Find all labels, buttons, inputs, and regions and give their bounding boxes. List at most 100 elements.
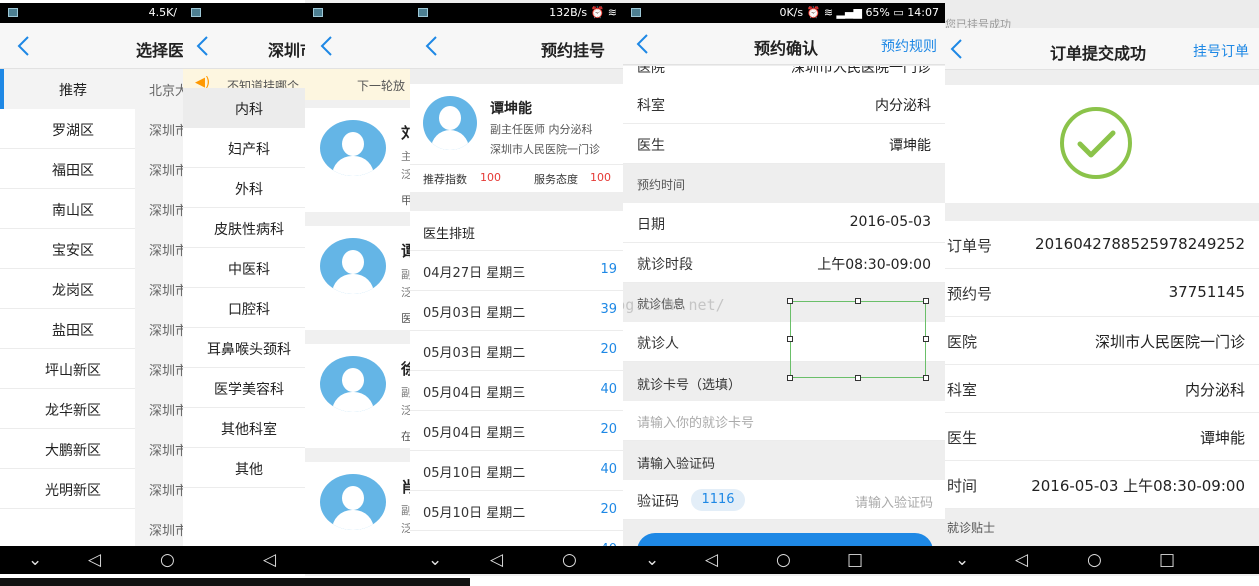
chevron-down-icon[interactable]: ⌄ xyxy=(28,550,42,570)
back-icon[interactable] xyxy=(317,35,339,57)
hospital-item[interactable]: 深圳市 xyxy=(149,240,183,259)
chevron-down-icon[interactable]: ⌄ xyxy=(955,550,969,570)
hospital-item[interactable]: 深圳市 xyxy=(149,280,183,299)
district-item[interactable]: 罗湖区 xyxy=(0,109,135,149)
dept-row: 科室 内分泌科 xyxy=(945,365,1259,413)
hospital-item[interactable]: 深圳市 xyxy=(149,480,183,499)
home-circle-icon[interactable]: ○ xyxy=(160,550,175,570)
signal-icon: ▂▄▆ xyxy=(836,6,862,19)
back-icon[interactable] xyxy=(193,35,215,57)
district-item[interactable]: 光明新区 xyxy=(0,469,135,509)
hospital-item[interactable]: 深圳市 xyxy=(149,200,183,219)
doctor-hospital: 深圳市人民医院一门诊 xyxy=(490,143,600,156)
department-item[interactable]: 其他 xyxy=(183,448,305,488)
nav-bar: 预约挂号 xyxy=(410,23,623,69)
back-icon[interactable] xyxy=(14,35,36,57)
recent-apps-icon[interactable]: □ xyxy=(847,550,863,570)
doctor-card[interactable]: 徐 副 泛 在 xyxy=(305,344,410,448)
department-item-selected[interactable]: 内科 xyxy=(183,88,305,128)
hospital-item[interactable]: 北京大 xyxy=(149,80,183,99)
card-number-input[interactable]: 请输入你的就诊卡号 xyxy=(623,401,945,441)
notification-icon xyxy=(313,8,323,17)
alarm-icon: ⏰ xyxy=(806,6,821,19)
captcha-code[interactable]: 1116 xyxy=(691,489,745,511)
screen-departments: 深圳市 ◀) 不知道挂哪个 内科 妇产科 外科 皮肤性病科 中医科 口腔科 耳鼻… xyxy=(183,0,305,586)
schedule-row[interactable]: 05月10日 星期二 40 xyxy=(410,451,623,491)
status-bar: 4.5K/ xyxy=(0,3,183,23)
district-item[interactable]: 大鹏新区 xyxy=(0,429,135,469)
back-triangle-icon[interactable]: ◁ xyxy=(88,550,101,570)
status-bar xyxy=(305,3,410,23)
doctor-card[interactable]: 谭 副 泛 医 xyxy=(305,226,410,330)
hospital-item[interactable]: 深圳市 xyxy=(149,440,183,459)
schedule-row[interactable]: 05月03日 星期二 39 xyxy=(410,291,623,331)
hospital-item[interactable]: 深圳市 xyxy=(149,160,183,179)
schedule-row[interactable]: 05月03日 星期二 20 xyxy=(410,331,623,371)
status-bar: 0K/s ⏰ ≋ ▂▄▆ 65% ▭ 14:07 xyxy=(623,3,945,23)
schedule-row[interactable]: 05月04日 星期三 40 xyxy=(410,371,623,411)
home-circle-icon[interactable]: ○ xyxy=(562,550,577,570)
hospital-item[interactable]: 深圳市 xyxy=(149,520,183,539)
department-item[interactable]: 妇产科 xyxy=(183,128,305,168)
district-item[interactable]: 南山区 xyxy=(0,189,135,229)
district-list: 推荐 罗湖区 福田区 南山区 宝安区 龙岗区 盐田区 坪山新区 龙华新区 大鹏新… xyxy=(0,69,135,549)
schedule-row[interactable]: 04月27日 星期三 19 xyxy=(410,251,623,291)
district-item[interactable]: 盐田区 xyxy=(0,309,135,349)
district-item[interactable]: 宝安区 xyxy=(0,229,135,269)
system-nav-bar xyxy=(305,546,410,574)
doctor-title: 副主任医师 内分泌科 xyxy=(490,123,593,136)
section-time: 预约时间 xyxy=(623,164,945,203)
department-item[interactable]: 医学美容科 xyxy=(183,368,305,408)
chevron-down-icon[interactable]: ⌄ xyxy=(428,550,442,570)
status-speed: 0K/s xyxy=(779,6,804,19)
system-nav-bar: ⌄ ◁ ○ □ xyxy=(945,546,1259,574)
department-item[interactable]: 口腔科 xyxy=(183,288,305,328)
district-item[interactable]: 龙岗区 xyxy=(0,269,135,309)
chevron-down-icon[interactable]: ⌄ xyxy=(645,550,659,570)
battery-percent: 65% xyxy=(865,6,890,19)
department-item[interactable]: 皮肤性病科 xyxy=(183,208,305,248)
back-icon[interactable] xyxy=(947,38,969,60)
department-item[interactable]: 外科 xyxy=(183,168,305,208)
doctor-card[interactable]: 肖 副 泛 xyxy=(305,462,410,552)
home-circle-icon[interactable]: ○ xyxy=(776,550,791,570)
orders-link[interactable]: 挂号订单 xyxy=(1193,41,1249,61)
back-triangle-icon[interactable]: ◁ xyxy=(263,550,276,570)
back-triangle-icon[interactable]: ◁ xyxy=(1015,550,1028,570)
hospital-item[interactable]: 深圳市 xyxy=(149,360,183,379)
district-item[interactable]: 福田区 xyxy=(0,149,135,189)
battery-icon: ▭ xyxy=(893,6,904,19)
appointment-rules-link[interactable]: 预约规则 xyxy=(881,36,937,56)
system-nav-bar: ⌄ ◁ ○ xyxy=(0,546,183,574)
home-circle-icon[interactable]: ○ xyxy=(1087,550,1102,570)
captcha-input[interactable]: 请输入验证码 xyxy=(855,492,933,511)
hospital-item[interactable]: 深圳市 xyxy=(149,400,183,419)
department-item[interactable]: 其他科室 xyxy=(183,408,305,448)
recent-apps-icon[interactable]: □ xyxy=(1159,550,1175,570)
hospital-item[interactable]: 深圳市 xyxy=(149,120,183,139)
nav-bar: 深圳市 xyxy=(183,23,305,69)
schedule-row[interactable]: 05月04日 星期三 20 xyxy=(410,411,623,451)
hospital-item[interactable]: 深圳市 xyxy=(149,320,183,339)
back-triangle-icon[interactable]: ◁ xyxy=(705,550,718,570)
watermark: http://blog.csdn.net/ xyxy=(623,296,725,314)
district-item[interactable]: 坪山新区 xyxy=(0,349,135,389)
page-title: 预约挂号 xyxy=(541,41,606,60)
back-triangle-icon[interactable]: ◁ xyxy=(490,550,503,570)
back-icon[interactable] xyxy=(633,33,655,55)
notification-icon xyxy=(418,8,428,17)
district-item-recommend[interactable]: 推荐 xyxy=(0,69,135,109)
doctor-card[interactable]: 刘 主 泛 甲 xyxy=(305,108,410,212)
district-item[interactable]: 龙华新区 xyxy=(0,389,135,429)
department-item[interactable]: 中医科 xyxy=(183,248,305,288)
notification-icon xyxy=(191,8,201,17)
date-row: 日期 2016-05-03 xyxy=(623,203,945,243)
screen-confirm: 0K/s ⏰ ≋ ▂▄▆ 65% ▭ 14:07 预约确认 预约规则 医院 深圳… xyxy=(623,0,945,586)
system-nav-bar: ⌄ ◁ ○ xyxy=(410,546,623,574)
schedule-row[interactable]: 05月10日 星期二 20 xyxy=(410,491,623,531)
doctor-avatar-icon xyxy=(320,474,386,530)
back-icon[interactable] xyxy=(422,35,444,57)
department-item[interactable]: 耳鼻喉头颈科 xyxy=(183,328,305,368)
doctor-avatar-icon xyxy=(320,356,386,412)
captcha-row: 验证码 1116 请输入验证码 xyxy=(623,480,945,520)
